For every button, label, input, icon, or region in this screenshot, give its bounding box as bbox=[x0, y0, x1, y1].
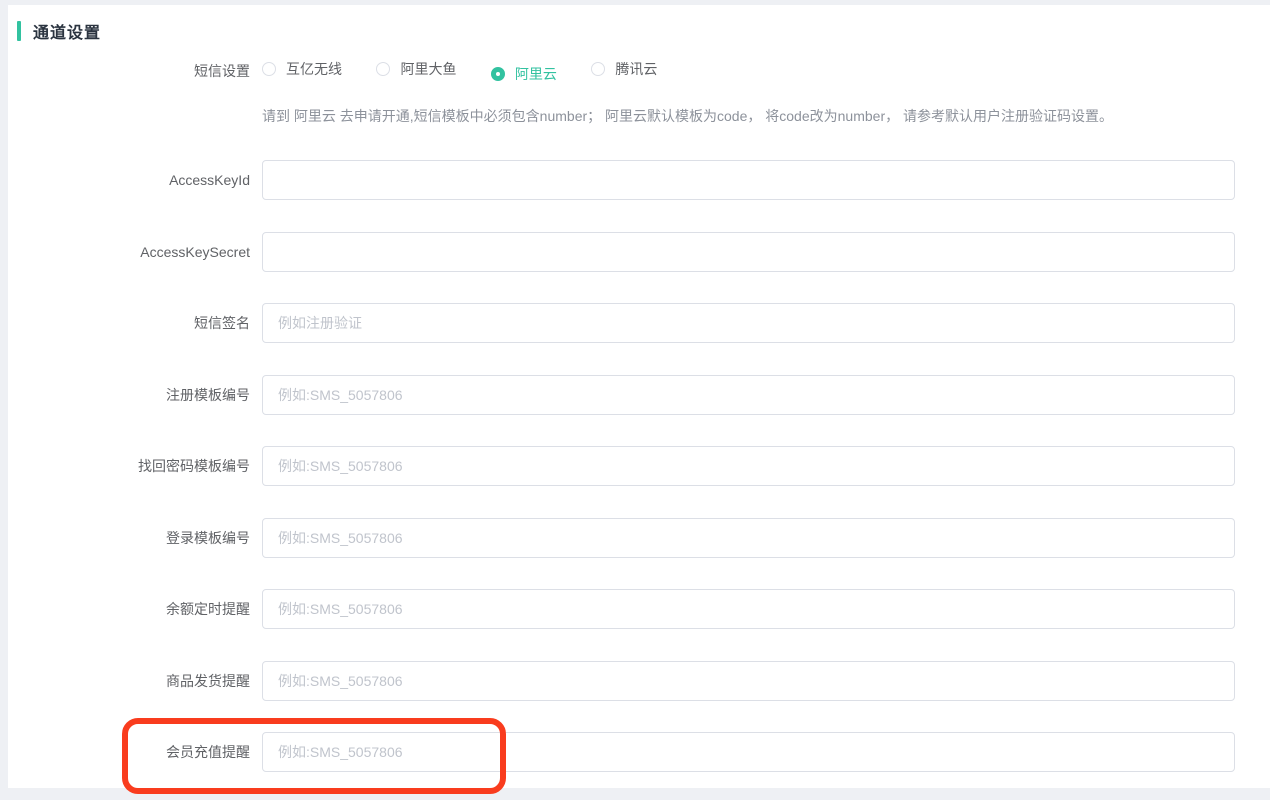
help-row: 请到 阿里云 去申请开通,短信模板中必须包含number； 阿里云默认模板为co… bbox=[8, 106, 1270, 126]
radio-option-2[interactable]: 阿里云 bbox=[491, 64, 557, 84]
field-label: 找回密码模板编号 bbox=[8, 456, 262, 476]
field-label: 商品发货提醒 bbox=[8, 671, 262, 691]
field-input[interactable] bbox=[262, 661, 1235, 701]
form-row: 登录模板编号 bbox=[8, 518, 1270, 558]
section-title: 通道设置 bbox=[33, 19, 101, 43]
channel-settings-panel: 通道设置 短信设置 互亿无线 阿里大鱼 阿里云 腾讯云 请到 阿里云 去申请开通… bbox=[8, 5, 1270, 788]
field-label: 注册模板编号 bbox=[8, 385, 262, 405]
field-label: 登录模板编号 bbox=[8, 528, 262, 548]
field-label: AccessKeySecret bbox=[8, 244, 262, 260]
sms-provider-row: 短信设置 互亿无线 阿里大鱼 阿里云 腾讯云 bbox=[8, 61, 1270, 81]
field-input[interactable] bbox=[262, 518, 1235, 558]
radio-option-3[interactable]: 腾讯云 bbox=[591, 59, 657, 79]
form-row: 余额定时提醒 bbox=[8, 589, 1270, 629]
radio-icon bbox=[376, 62, 390, 76]
field-input[interactable] bbox=[262, 589, 1235, 629]
radio-option-1[interactable]: 阿里大鱼 bbox=[376, 59, 456, 79]
field-input[interactable] bbox=[262, 375, 1235, 415]
field-label: 短信签名 bbox=[8, 313, 262, 333]
radio-icon bbox=[591, 62, 605, 76]
field-input[interactable] bbox=[262, 732, 1235, 772]
field-input[interactable] bbox=[262, 160, 1235, 200]
form-row: 会员充值提醒 bbox=[8, 732, 1270, 772]
field-input[interactable] bbox=[262, 232, 1235, 272]
form-row: AccessKeyId bbox=[8, 160, 1270, 200]
radio-icon bbox=[262, 62, 276, 76]
section-accent-bar bbox=[17, 21, 21, 41]
form-row: AccessKeySecret bbox=[8, 232, 1270, 272]
radio-option-label: 阿里云 bbox=[515, 64, 557, 84]
radio-option-0[interactable]: 互亿无线 bbox=[262, 59, 342, 79]
help-text: 请到 阿里云 去申请开通,短信模板中必须包含number； 阿里云默认模板为co… bbox=[262, 106, 1113, 126]
field-input[interactable] bbox=[262, 303, 1235, 343]
form-row: 商品发货提醒 bbox=[8, 661, 1270, 701]
form-row: 找回密码模板编号 bbox=[8, 446, 1270, 486]
field-label: AccessKeyId bbox=[8, 172, 262, 188]
section-header: 通道设置 bbox=[8, 5, 1270, 41]
radio-option-label: 阿里大鱼 bbox=[400, 59, 456, 79]
field-input[interactable] bbox=[262, 446, 1235, 486]
form-row: 短信签名 bbox=[8, 303, 1270, 343]
radio-icon bbox=[491, 67, 505, 81]
sms-provider-label: 短信设置 bbox=[8, 61, 262, 81]
radio-option-label: 腾讯云 bbox=[615, 59, 657, 79]
form-row: 注册模板编号 bbox=[8, 375, 1270, 415]
radio-dot-icon bbox=[496, 72, 500, 76]
radio-option-label: 互亿无线 bbox=[286, 59, 342, 79]
field-label: 余额定时提醒 bbox=[8, 599, 262, 619]
field-label: 会员充值提醒 bbox=[8, 742, 262, 762]
sms-settings-form: AccessKeyId AccessKeySecret 短信签名 注册模板编号 … bbox=[8, 160, 1270, 772]
sms-provider-radio-group: 互亿无线 阿里大鱼 阿里云 腾讯云 bbox=[262, 59, 687, 84]
